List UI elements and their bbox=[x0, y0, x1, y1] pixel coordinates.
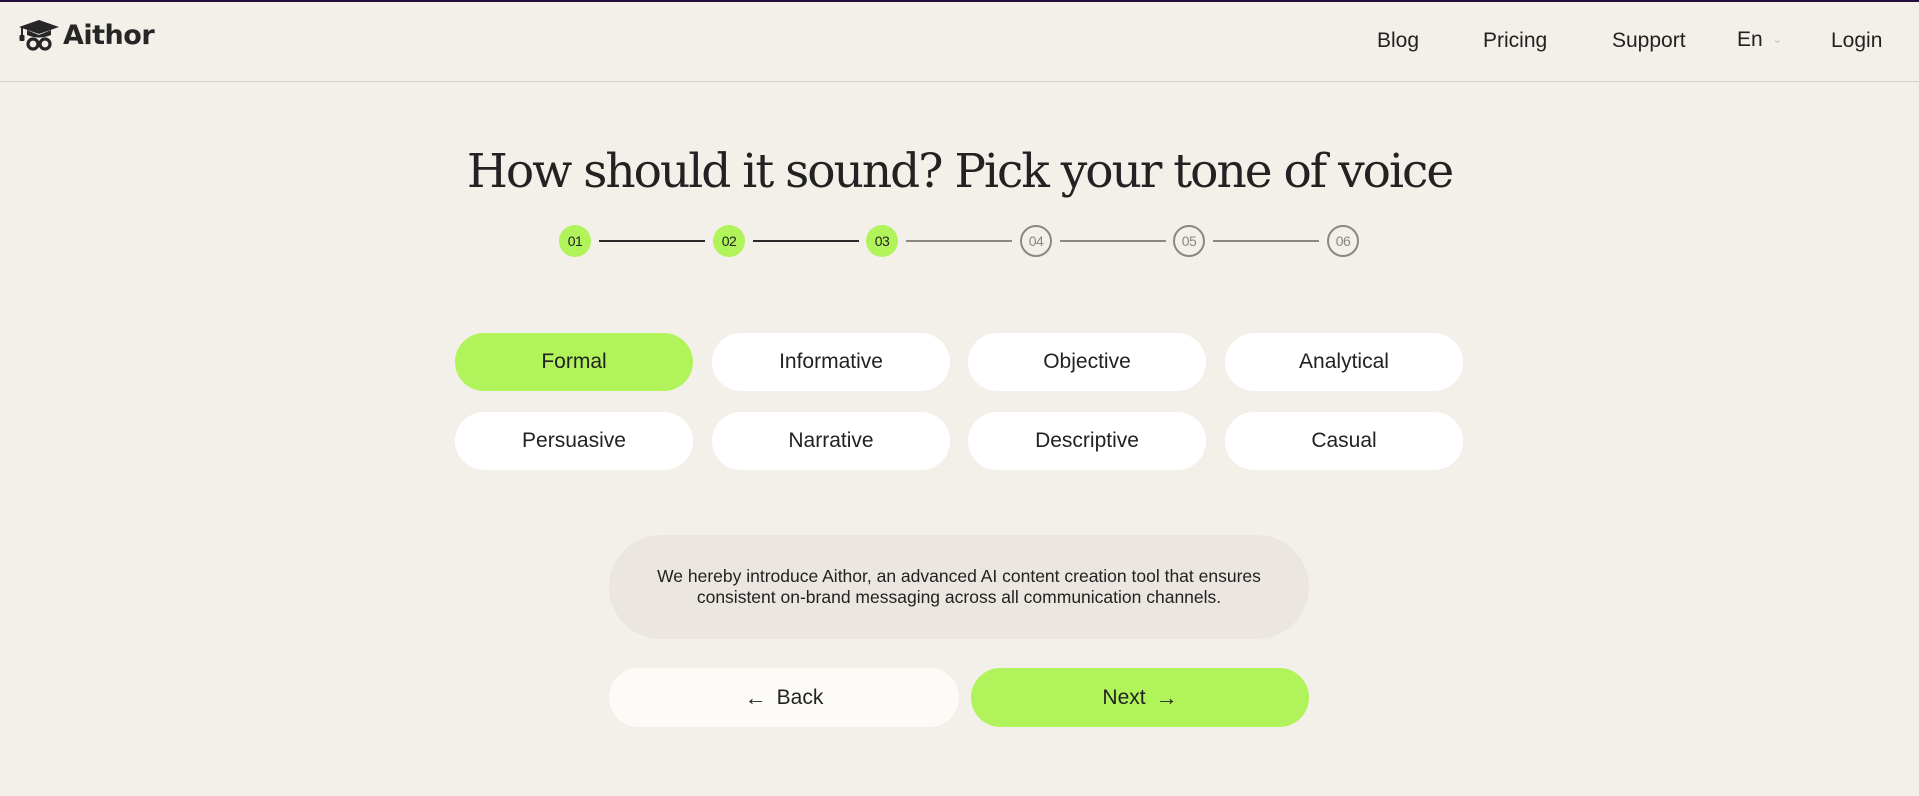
tone-informative[interactable]: Informative bbox=[712, 333, 950, 391]
nav-blog[interactable]: Blog bbox=[1377, 26, 1419, 56]
nav-pricing[interactable]: Pricing bbox=[1483, 26, 1547, 56]
step-1: 01 bbox=[559, 225, 591, 257]
tone-analytical[interactable]: Analytical bbox=[1225, 333, 1463, 391]
site-header: Aithor Blog Pricing Support En ⌄ Login bbox=[0, 0, 1919, 82]
logo-text: Aithor bbox=[63, 19, 155, 51]
step-connector bbox=[906, 240, 1012, 242]
arrow-left-icon: ← bbox=[744, 684, 767, 710]
tone-formal[interactable]: Formal bbox=[455, 333, 693, 391]
back-button[interactable]: ← Back bbox=[609, 668, 959, 727]
back-label: Back bbox=[776, 685, 824, 709]
nav-support[interactable]: Support bbox=[1612, 26, 1686, 56]
chevron-down-icon: ⌄ bbox=[1772, 34, 1782, 46]
arrow-right-icon: → bbox=[1155, 684, 1178, 710]
step-connector bbox=[599, 240, 705, 242]
tone-objective[interactable]: Objective bbox=[968, 333, 1206, 391]
step-4: 04 bbox=[1020, 225, 1052, 257]
step-2: 02 bbox=[713, 225, 745, 257]
step-3: 03 bbox=[866, 225, 898, 257]
tone-descriptive[interactable]: Descriptive bbox=[968, 412, 1206, 470]
preview-text: We hereby introduce Aithor, an advanced … bbox=[657, 566, 1261, 607]
graduation-cap-infinity-icon bbox=[18, 18, 60, 52]
tone-narrative[interactable]: Narrative bbox=[712, 412, 950, 470]
tone-persuasive[interactable]: Persuasive bbox=[455, 412, 693, 470]
progress-stepper: 01 02 03 04 05 06 bbox=[0, 225, 1919, 259]
language-value: En bbox=[1737, 28, 1763, 51]
tone-preview-text: We hereby introduce Aithor, an advanced … bbox=[609, 535, 1309, 639]
language-selector[interactable]: En ⌄ bbox=[1737, 25, 1782, 55]
next-label: Next bbox=[1102, 685, 1146, 709]
step-5: 05 bbox=[1173, 225, 1205, 257]
step-6: 06 bbox=[1327, 225, 1359, 257]
logo-link[interactable]: Aithor bbox=[18, 17, 155, 53]
nav-login[interactable]: Login bbox=[1831, 26, 1882, 56]
next-button[interactable]: Next → bbox=[971, 668, 1309, 727]
page-title: How should it sound? Pick your tone of v… bbox=[466, 144, 1454, 199]
step-connector bbox=[753, 240, 859, 242]
step-connector bbox=[1060, 240, 1166, 242]
tone-casual[interactable]: Casual bbox=[1225, 412, 1463, 470]
step-connector bbox=[1213, 240, 1319, 242]
